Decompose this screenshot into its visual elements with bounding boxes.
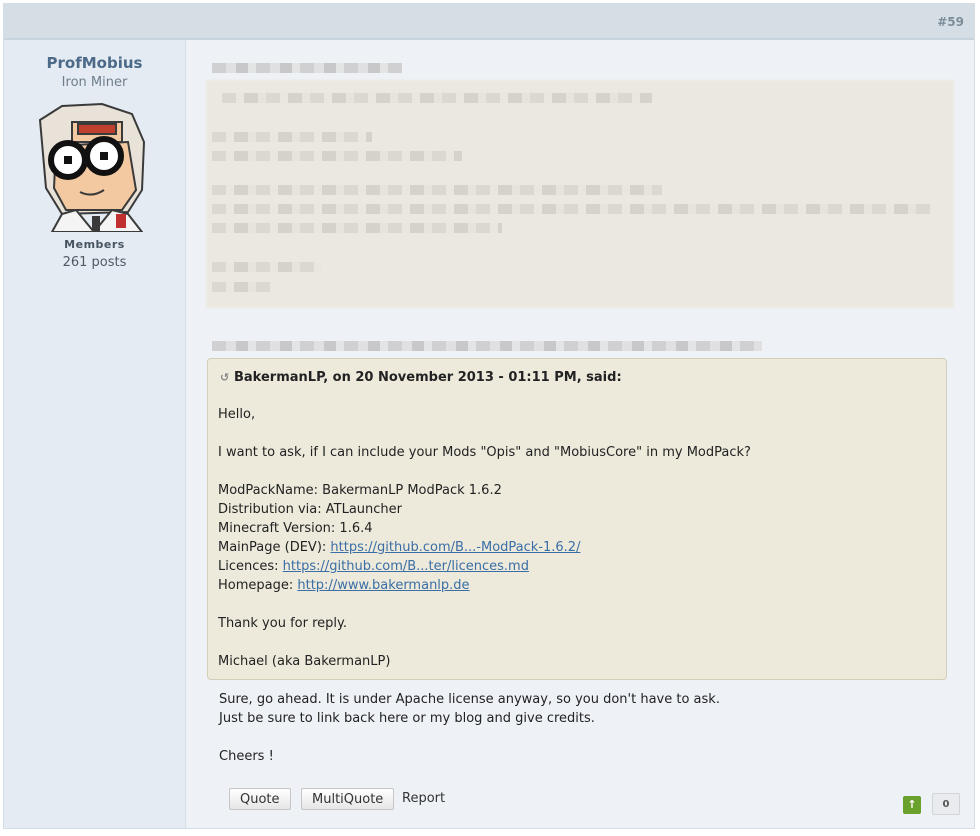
redacted-text (212, 185, 662, 195)
author-title: Iron Miner (61, 75, 128, 90)
author-name[interactable]: ProfMobius (4, 54, 185, 72)
reply-line-1: Sure, go ahead. It is under Apache licen… (219, 692, 720, 707)
author-group: Members (64, 238, 125, 251)
redacted-text (222, 93, 652, 103)
licences-label: Licences: (218, 559, 283, 574)
avatar[interactable] (32, 102, 157, 232)
report-link[interactable]: Report (402, 791, 445, 806)
author-post-count: 261 posts (62, 255, 127, 270)
redacted-text (212, 282, 272, 292)
reply-line-3: Cheers ! (219, 749, 274, 764)
quote-link-icon[interactable]: ↺ (220, 371, 234, 384)
multiquote-button[interactable]: MultiQuote (301, 788, 395, 810)
quote-greeting: Hello, (218, 407, 256, 422)
quote-mc-version: Minecraft Version: 1.6.4 (218, 521, 373, 536)
quote-thanks: Thank you for reply. (218, 616, 347, 631)
mainpage-link[interactable]: https://github.com/B...-ModPack-1.6.2/ (330, 540, 580, 555)
reply-line-2: Just be sure to link back here or my blo… (219, 711, 595, 726)
redacted-text (212, 341, 762, 351)
post-header: #59 (4, 4, 974, 40)
quote-block: ↺ BakermanLP, on 20 November 2013 - 01:11… (207, 358, 947, 680)
arrow-up-icon[interactable]: ↑ (903, 796, 921, 814)
redacted-text (212, 262, 322, 272)
quote-homepage: Homepage: http://www.bakermanlp.de (218, 578, 470, 593)
post-number-link[interactable]: #59 (937, 15, 964, 29)
redacted-text (212, 223, 502, 233)
author-panel: ProfMobius Iron Miner Members 261 posts (4, 40, 186, 828)
homepage-link[interactable]: http://www.bakermanlp.de (297, 578, 469, 593)
quote-licences: Licences: https://github.com/B...ter/lic… (218, 559, 529, 574)
mainpage-label: MainPage (DEV): (218, 540, 331, 555)
redacted-text (212, 132, 372, 142)
quote-button[interactable]: Quote (229, 788, 291, 810)
redacted-text (212, 63, 402, 73)
quote-mainpage: MainPage (DEV): https://github.com/B...-… (218, 540, 580, 555)
quote-citation-text: BakermanLP, on 20 November 2013 - 01:11 … (234, 370, 622, 385)
post-body: ↺ BakermanLP, on 20 November 2013 - 01:11… (186, 40, 974, 828)
redacted-text (212, 204, 932, 214)
homepage-label: Homepage: (218, 578, 298, 593)
quote-signature: Michael (aka BakermanLP) (218, 654, 391, 669)
forum-post: #59 ProfMobius Iron Miner Members 261 po… (3, 3, 975, 829)
quote-question: I want to ask, if I can include your Mod… (218, 445, 751, 460)
quote-modpack-name: ModPackName: BakermanLP ModPack 1.6.2 (218, 483, 502, 498)
licences-link[interactable]: https://github.com/B...ter/licences.md (283, 559, 529, 574)
quote-distribution: Distribution via: ATLauncher (218, 502, 402, 517)
quote-citation[interactable]: ↺ BakermanLP, on 20 November 2013 - 01:11… (220, 370, 622, 385)
redacted-text (212, 151, 462, 161)
reputation-count: 0 (932, 793, 960, 815)
